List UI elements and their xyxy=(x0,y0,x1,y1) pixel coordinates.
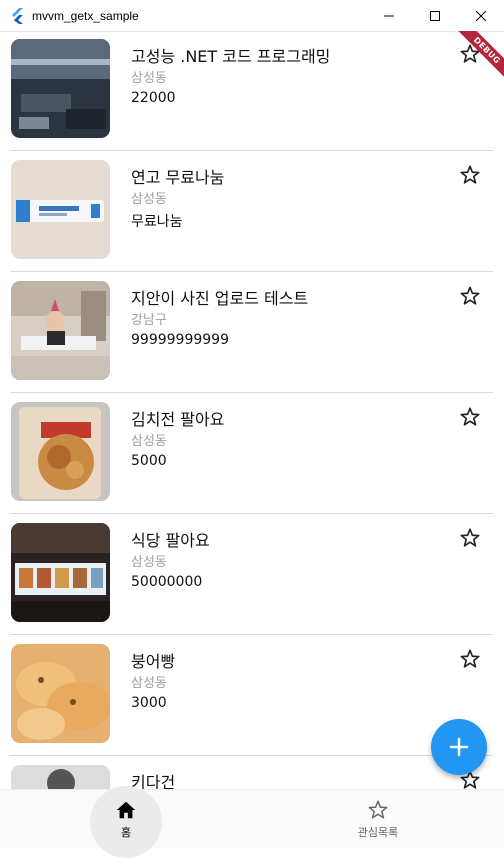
home-icon xyxy=(115,799,137,821)
item-price: 99999999999 xyxy=(131,332,229,348)
bottom-navigation: 홈 관심목록 xyxy=(0,786,504,858)
maximize-icon xyxy=(430,10,440,21)
favorite-button[interactable] xyxy=(459,285,481,307)
plus-icon xyxy=(449,737,469,757)
item-location: 삼성동 xyxy=(131,434,167,449)
product-thumbnail xyxy=(11,39,110,138)
item-price: 무료나눔 xyxy=(131,214,183,230)
star-outline-icon xyxy=(367,799,389,821)
add-item-button[interactable] xyxy=(431,719,487,775)
item-location: 삼성동 xyxy=(131,676,167,691)
item-title: 붕어빵 xyxy=(131,652,176,671)
product-thumbnail xyxy=(11,281,110,380)
star-outline-icon xyxy=(460,649,480,668)
star-outline-icon xyxy=(460,286,480,305)
nav-home[interactable]: 홈 xyxy=(46,786,206,858)
star-outline-icon xyxy=(460,44,480,63)
product-thumbnail xyxy=(11,644,110,743)
favorite-button[interactable] xyxy=(459,43,481,65)
nav-active-highlight xyxy=(90,786,162,858)
list-item[interactable]: 고성능 .NET 코드 프로그래밍 삼성동 22000 xyxy=(10,31,493,151)
product-thumbnail xyxy=(11,160,110,259)
item-title: 연고 무료나눔 xyxy=(131,168,225,187)
star-outline-icon xyxy=(460,407,480,426)
item-title: 고성능 .NET 코드 프로그래밍 xyxy=(131,47,331,66)
item-price: 3000 xyxy=(131,695,167,711)
list-item[interactable]: 김치전 팔아요 삼성동 5000 xyxy=(10,394,493,514)
favorite-button[interactable] xyxy=(459,648,481,670)
favorite-button[interactable] xyxy=(459,164,481,186)
item-title: 김치전 팔아요 xyxy=(131,410,225,429)
list-item[interactable]: 지안이 사진 업로드 테스트 강남구 99999999999 xyxy=(10,273,493,393)
favorite-button[interactable] xyxy=(459,527,481,549)
minimize-button[interactable] xyxy=(366,0,412,31)
close-button[interactable] xyxy=(458,0,504,31)
list-item[interactable]: 붕어빵 삼성동 3000 xyxy=(10,636,493,756)
product-list[interactable]: 고성능 .NET 코드 프로그래밍 삼성동 22000 연고 무료나눔 삼성동 … xyxy=(0,31,504,789)
window-title: mvvm_getx_sample xyxy=(32,8,139,23)
product-thumbnail xyxy=(11,765,110,789)
window-titlebar: mvvm_getx_sample xyxy=(0,0,504,32)
nav-favorites[interactable]: 관심목록 xyxy=(298,790,458,848)
item-location: 삼성동 xyxy=(131,555,167,570)
star-outline-icon xyxy=(460,165,480,184)
star-outline-icon xyxy=(460,528,480,547)
item-price: 22000 xyxy=(131,90,176,106)
product-thumbnail xyxy=(11,402,110,501)
item-location: 삼성동 xyxy=(131,192,167,207)
list-item[interactable]: 식당 팔아요 삼성동 50000000 xyxy=(10,515,493,635)
nav-home-label: 홈 xyxy=(120,826,132,839)
flutter-logo-icon xyxy=(12,7,23,24)
minimize-icon xyxy=(384,15,394,16)
item-title: 식당 팔아요 xyxy=(131,531,210,550)
item-title: 지안이 사진 업로드 테스트 xyxy=(131,289,309,308)
list-item[interactable]: 연고 무료나눔 삼성동 무료나눔 xyxy=(10,152,493,272)
window-controls xyxy=(366,0,504,31)
list-item[interactable]: 키다건 xyxy=(10,757,493,789)
close-icon xyxy=(475,10,487,21)
item-location: 강남구 xyxy=(131,313,167,328)
item-title: 키다건 xyxy=(131,773,176,789)
nav-favorites-label: 관심목록 xyxy=(357,826,399,839)
item-price: 50000000 xyxy=(131,574,203,590)
product-thumbnail xyxy=(11,523,110,622)
maximize-button[interactable] xyxy=(412,0,458,31)
item-price: 5000 xyxy=(131,453,167,469)
favorite-button[interactable] xyxy=(459,406,481,428)
item-location: 삼성동 xyxy=(131,71,167,86)
